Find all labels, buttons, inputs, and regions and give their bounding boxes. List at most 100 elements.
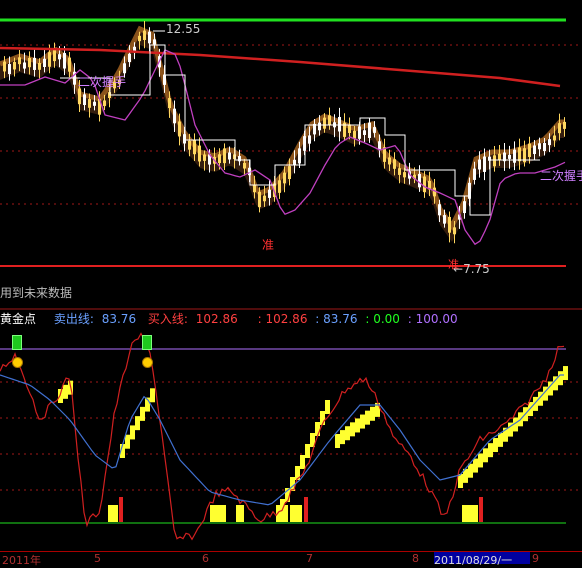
indicator-grid [0,348,582,524]
gold-block [462,505,478,522]
candle-body [493,155,496,167]
date-tick: 9 [532,552,539,565]
indicator-slow-line [0,374,564,506]
clock-icon [12,357,23,368]
candle-body [328,115,331,126]
candle-body [278,180,281,193]
candle-body [88,99,91,108]
candle-body [293,159,296,165]
candle-body [543,143,546,152]
candle-body [228,152,231,160]
candle-body [253,185,256,193]
candle-body [418,173,421,188]
value-4: : 100.00 [407,312,458,326]
high-price-label: 12.55 [166,22,201,36]
candle-body [478,159,481,170]
gold-step-bar [365,410,370,425]
date-axis: 2011年 5 6 7 8 2011/08/29/一 9 [0,551,582,567]
candle-body [243,163,246,169]
candle-body [463,201,466,214]
gold-step-bar [150,388,155,403]
gold-step-bar [360,414,365,429]
future-data-note: 用到未来数据 [0,286,73,300]
indicator-name[interactable]: 黄金点 [0,312,36,326]
gold-step-bar [498,432,503,447]
buy-signal-icon [142,335,152,350]
candle-body [68,57,71,72]
erci-handshake-label: 二次握手 [540,169,582,183]
candle-body [263,195,266,202]
indicator-header[interactable]: 黄金点 卖出线: 83.76 买入线: 102.86 : 102.86 : 83… [0,310,462,326]
candle-body [128,53,131,63]
indicator-bars [58,366,568,522]
candle-body [353,130,356,139]
candle-body [388,157,391,165]
cursor-date[interactable]: 2011/08/29/一 [434,552,530,567]
date-tick: 6 [202,552,209,565]
candle-body [93,101,96,106]
gold-step-bar [125,434,130,449]
candle-body [358,126,361,139]
candle-body [138,35,141,42]
gold-block [210,505,226,522]
gold-step-bar [315,422,320,436]
gold-step-bar [140,406,145,421]
candle-body [393,159,396,169]
red-block [304,497,308,522]
buy-signal-icon [12,335,22,350]
gold-step-bar [58,389,63,403]
candle-body [193,139,196,155]
gold-step-bar [488,443,493,458]
gold-step-bar [473,458,478,473]
candle-body [483,156,486,172]
candle-body [288,166,291,180]
candle-body [163,74,166,85]
gold-step-bar [350,422,355,437]
candle-body [513,149,516,163]
candle-body [438,204,441,216]
value-2: : 83.76 [315,312,358,326]
candle-body [423,176,426,193]
gold-block [108,505,118,522]
gold-step-bar [370,406,375,421]
date-tick: 5 [94,552,101,565]
date-tick: 2011年 [2,554,41,567]
candle-body [548,139,551,146]
gold-step-bar [483,448,488,463]
candle-body [28,57,31,68]
candle-body [153,39,156,45]
candle-body [448,216,451,233]
buy-line-label: 买入线: 102.86 [147,312,238,326]
red-block [479,497,483,522]
erci-handshake-label: 二次握手 [78,75,127,89]
candle-body [103,100,106,106]
candle-body [78,88,81,105]
candle-body [258,191,261,208]
gold-step-bar [135,416,140,431]
candle-body [33,57,36,70]
candle-body [143,30,146,40]
gold-step-bar [493,438,498,453]
candle-body [8,64,11,75]
candle-body [148,31,151,44]
value-1: : 102.86 [257,312,308,326]
candle-body [558,123,561,134]
red-block [119,497,123,522]
gold-step-bar [130,425,135,440]
gold-step-bar [558,371,563,386]
clock-icon [142,357,153,368]
candle-body [363,130,366,135]
candle-body [318,122,321,131]
gold-step-bar [468,463,473,478]
sell-line-label: 卖出线: 83.76 [53,312,137,326]
candle-body [43,58,46,67]
gold-block [236,505,244,522]
candle-body [238,156,241,162]
value-3: : 0.00 [365,312,400,326]
price-lines [0,30,566,246]
candle-body [368,122,371,138]
candle-body [83,94,86,106]
candle-body [443,215,446,224]
zhun-marker: 准 [262,238,275,252]
candle-body [218,154,221,164]
